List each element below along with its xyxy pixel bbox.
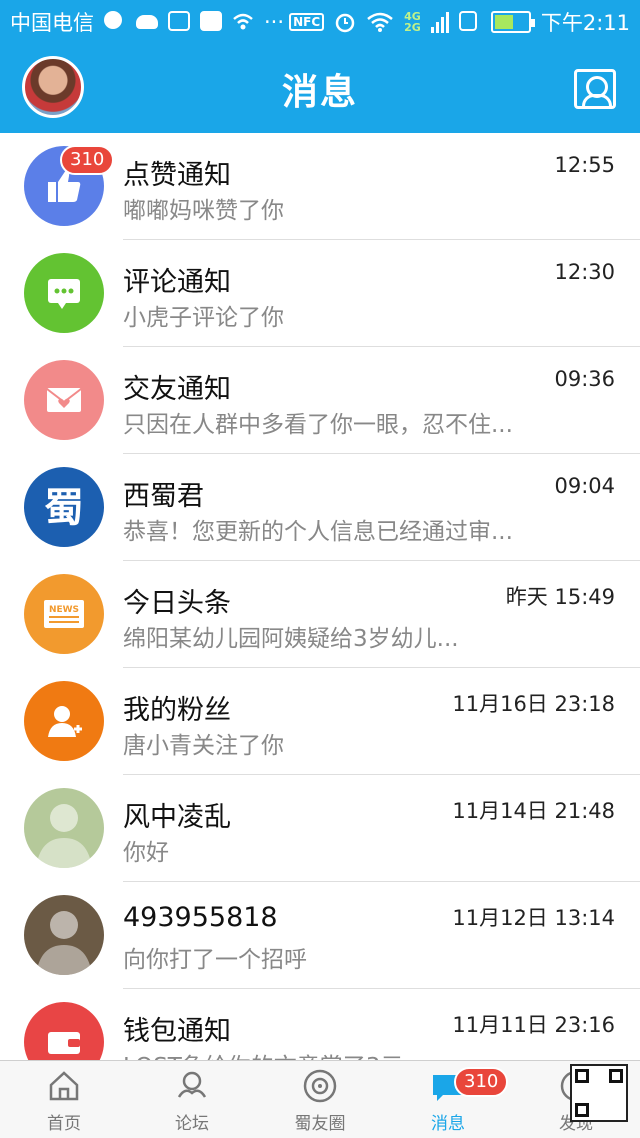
message-title: 点赞通知 <box>123 160 231 191</box>
message-title: 钱包通知 <box>123 1016 231 1047</box>
tab-label: 消息 <box>431 1114 465 1134</box>
message-title: 我的粉丝 <box>123 695 231 726</box>
message-preview: LOST急给你的文章赏了3元 <box>123 1047 543 1060</box>
bottom-tab-bar: 首页 论坛 蜀友圈 消息 310 发现 <box>0 1060 640 1138</box>
app-header: 消息 <box>0 44 640 133</box>
add-user-icon <box>24 681 104 761</box>
tab-forum[interactable]: 论坛 <box>128 1061 256 1138</box>
wifi-small-icon <box>232 11 254 33</box>
message-timestamp: 09:36 <box>554 367 615 391</box>
page-title: 消息 <box>281 71 358 113</box>
message-timestamp: 11月16日 23:18 <box>452 692 615 716</box>
list-item[interactable]: 310 点赞通知嘟嘟妈咪赞了你 12:55 <box>0 133 640 240</box>
list-item[interactable]: 评论通知小虎子评论了你 12:30 <box>0 240 640 347</box>
avatar[interactable] <box>22 56 84 118</box>
message-timestamp: 12:55 <box>554 153 615 177</box>
alarm-icon <box>334 11 356 33</box>
shu-logo-icon: 蜀 <box>24 467 104 547</box>
browser-icon <box>104 11 126 33</box>
message-title: 493955818 <box>123 902 278 933</box>
clock: 下午2:11 <box>540 11 630 35</box>
unread-badge: 310 <box>60 145 115 175</box>
tab-label: 论坛 <box>175 1114 209 1134</box>
link-icon <box>168 11 190 33</box>
message-timestamp: 09:04 <box>554 474 615 498</box>
list-item[interactable]: NEWS 今日头条绵阳某幼儿园阿姨疑给3岁幼儿... 昨天 15:49 <box>0 561 640 668</box>
message-title: 评论通知 <box>123 267 231 298</box>
avatar[interactable] <box>24 681 104 761</box>
chat-bubble-icon <box>24 253 104 333</box>
list-item[interactable]: 钱包通知LOST急给你的文章赏了3元 11月11日 23:16 <box>0 989 640 1060</box>
qr-code-icon <box>570 1064 628 1122</box>
network-type-icon: 4G 2G <box>404 10 421 34</box>
list-item[interactable]: 493955818 向你打了一个招呼 11月12日 13:14 <box>0 882 640 989</box>
message-title: 今日头条 <box>123 588 231 619</box>
message-preview: 唐小青关注了你 <box>123 733 284 759</box>
user-photo-icon <box>24 895 104 975</box>
user-photo-icon <box>24 788 104 868</box>
message-preview: 嘟嘟妈咪赞了你 <box>123 198 284 224</box>
envelope-heart-icon <box>24 360 104 440</box>
message-preview: 绵阳某幼儿园阿姨疑给3岁幼儿... <box>123 626 459 652</box>
news-icon: NEWS <box>24 574 104 654</box>
tab-label: 蜀友圈 <box>294 1114 346 1134</box>
wallet-icon <box>24 1002 104 1060</box>
contacts-icon[interactable] <box>574 69 616 109</box>
more-notifications-icon: ··· <box>264 10 285 34</box>
message-title: 风中凌乱 <box>123 802 231 833</box>
nfc-icon: NFC <box>289 13 325 31</box>
message-preview: 恭喜！您更新的个人信息已经通过审... <box>123 519 513 545</box>
carrier-label: 中国电信 <box>10 11 94 35</box>
avatar[interactable] <box>24 1002 104 1060</box>
avatar[interactable]: 蜀 <box>24 467 104 547</box>
avatar[interactable] <box>24 360 104 440</box>
home-icon <box>45 1067 83 1105</box>
svg-text:蜀: 蜀 <box>44 484 84 531</box>
list-item[interactable]: 我的粉丝唐小青关注了你 11月16日 23:18 <box>0 668 640 775</box>
list-item[interactable]: 风中凌乱你好 11月14日 21:48 <box>0 775 640 882</box>
message-preview: 只因在人群中多看了你一眼，忍不住... <box>123 412 513 438</box>
signal-icon <box>430 11 449 33</box>
status-bar: 中国电信 ··· NFC 4G 2G 下午2:11 <box>0 0 640 44</box>
unread-badge: 310 <box>454 1067 509 1097</box>
message-preview: 你好 <box>123 840 169 866</box>
avatar[interactable] <box>24 253 104 333</box>
message-timestamp: 11月14日 21:48 <box>452 799 615 823</box>
tab-circle[interactable]: 蜀友圈 <box>256 1061 384 1138</box>
list-item[interactable]: 蜀 西蜀君恭喜！您更新的个人信息已经通过审... 09:04 <box>0 454 640 561</box>
message-preview: 小虎子评论了你 <box>123 305 284 331</box>
tab-label: 首页 <box>47 1114 81 1134</box>
tab-message[interactable]: 消息 310 <box>384 1061 512 1138</box>
message-timestamp: 昨天 15:49 <box>505 585 615 609</box>
circle-icon <box>301 1067 339 1105</box>
cloud-icon <box>136 11 158 33</box>
svg-text:NEWS: NEWS <box>49 605 79 615</box>
avatar[interactable] <box>24 788 104 868</box>
message-preview: 向你打了一个招呼 <box>123 947 307 973</box>
message-timestamp: 11月11日 23:16 <box>452 1013 615 1037</box>
message-list[interactable]: 310 点赞通知嘟嘟妈咪赞了你 12:55 评论通知小虎子评论了你 12:30 交友通知只… <box>0 133 640 1060</box>
battery-level <box>494 15 513 29</box>
message-timestamp: 11月12日 13:14 <box>452 906 615 930</box>
message-timestamp: 12:30 <box>554 260 615 284</box>
wifi-icon <box>366 11 394 33</box>
forum-icon <box>173 1067 211 1105</box>
key-icon <box>200 11 222 33</box>
list-item[interactable]: 交友通知只因在人群中多看了你一眼，忍不住... 09:36 <box>0 347 640 454</box>
message-title: 交友通知 <box>123 374 231 405</box>
battery-icon <box>490 11 535 33</box>
avatar[interactable]: NEWS <box>24 574 104 654</box>
sim-icon <box>458 11 481 33</box>
avatar[interactable] <box>24 895 104 975</box>
message-title: 西蜀君 <box>123 481 204 512</box>
tab-home[interactable]: 首页 <box>0 1061 128 1138</box>
